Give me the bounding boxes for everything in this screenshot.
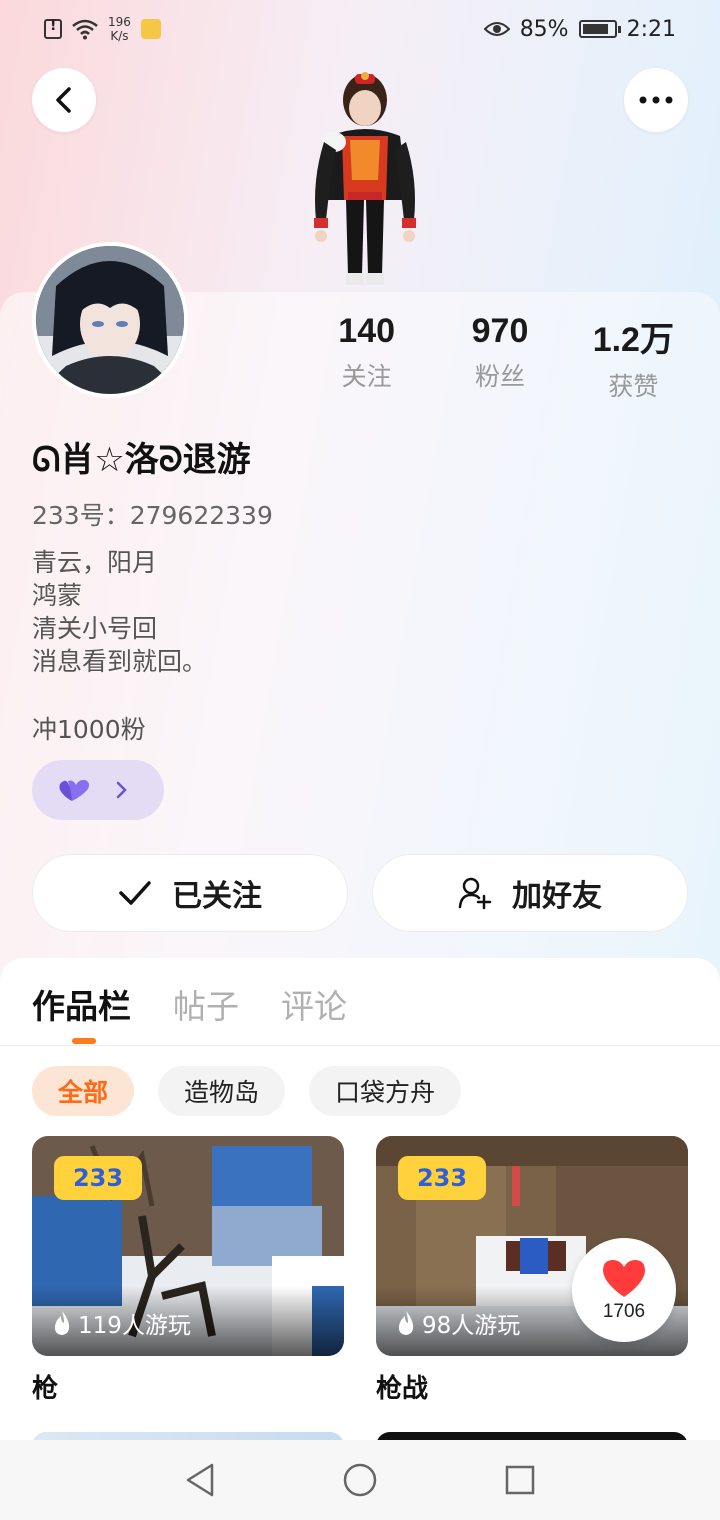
tab-comments[interactable]: 评论: [281, 980, 347, 1028]
tab-divider: [0, 1045, 720, 1046]
bio: 青云，阳月 鸿蒙 清关小号回 消息看到就回。: [32, 546, 207, 678]
bio-extra-line: 冲1000粉: [32, 715, 146, 744]
233-logo-text: 233: [417, 1164, 467, 1192]
profile-avatar[interactable]: [32, 242, 188, 398]
filter-zaowudao[interactable]: 造物岛: [158, 1066, 286, 1116]
active-tab-indicator: [72, 1038, 96, 1044]
clock: 2:21: [626, 16, 676, 42]
flame-icon: [54, 1311, 70, 1335]
speed-unit: K/s: [110, 29, 129, 43]
like-button[interactable]: 1706: [572, 1238, 676, 1342]
nickname: ᘏ肖☆洛ᘐ退游: [32, 440, 251, 480]
wifi-icon: [72, 19, 98, 40]
play-count-text: 119人游玩: [78, 1313, 191, 1339]
filter-chips: 全部 造物岛 口袋方舟: [32, 1066, 462, 1116]
nav-recent-icon[interactable]: [504, 1464, 536, 1496]
badge-button[interactable]: [32, 760, 164, 820]
back-icon: [56, 87, 71, 113]
flame-icon: [398, 1311, 414, 1335]
user-id[interactable]: 233号：279622339: [32, 496, 273, 532]
add-friend-icon: [458, 877, 492, 910]
followed-button[interactable]: 已关注: [32, 854, 348, 932]
bio-line: 青云，阳月: [32, 548, 158, 577]
play-count: 98人游玩: [396, 1306, 520, 1340]
game-title[interactable]: 枪: [32, 1368, 58, 1405]
bio-line: 消息看到就回。: [32, 647, 208, 676]
character-avatar-figure[interactable]: [290, 70, 440, 295]
chevron-right-icon: [116, 781, 127, 799]
add-friend-label: 加好友: [512, 879, 602, 914]
eye-comfort-icon: [483, 22, 510, 36]
battery-icon: [578, 20, 621, 38]
tab-works[interactable]: 作品栏: [32, 980, 131, 1028]
system-nav-bar: [0, 1440, 720, 1520]
game-card[interactable]: 233 119人游玩: [32, 1136, 344, 1356]
stat-label: 获赞: [608, 372, 659, 401]
heart-icon: [603, 1260, 645, 1297]
more-button[interactable]: [624, 68, 688, 132]
speed-value: 196: [108, 15, 131, 29]
bio-line: 鸿蒙: [32, 581, 83, 610]
status-bar: 196 K/s 85% 2:21: [0, 0, 720, 58]
filter-all[interactable]: 全部: [32, 1066, 135, 1116]
like-count: 1706: [602, 1301, 646, 1322]
network-speed: 196 K/s: [108, 15, 131, 43]
filter-koudaifangzhou[interactable]: 口袋方舟: [309, 1066, 462, 1116]
game-title[interactable]: 枪战: [376, 1368, 428, 1405]
stat-likes[interactable]: 1.2万 获赞: [567, 312, 700, 403]
stat-label: 关注: [341, 362, 392, 391]
followed-label: 已关注: [172, 879, 262, 914]
nav-home-icon[interactable]: [342, 1462, 378, 1498]
stat-label: 粉丝: [474, 362, 525, 391]
bio-line: 清关小号回: [32, 614, 158, 643]
back-button[interactable]: [32, 68, 96, 132]
233-logo: 233: [398, 1156, 486, 1200]
check-icon: [119, 881, 151, 905]
more-icon: [639, 96, 673, 104]
play-count-text: 98人游玩: [422, 1313, 521, 1339]
profile-stats: 140 关注 970 粉丝 1.2万 获赞: [300, 312, 700, 403]
233-logo: 233: [54, 1156, 142, 1200]
add-friend-button[interactable]: 加好友: [372, 854, 688, 932]
tab-posts[interactable]: 帖子: [173, 980, 239, 1028]
notification-icon: [44, 18, 62, 39]
stat-value: 140: [338, 312, 396, 350]
profile-tabs: 作品栏 帖子 评论: [32, 980, 347, 1028]
stat-value: 970: [471, 312, 529, 350]
233-logo-text: 233: [73, 1164, 123, 1192]
nav-back-icon[interactable]: [184, 1462, 216, 1498]
stat-following[interactable]: 140 关注: [300, 312, 433, 403]
heart-badge-icon: [59, 779, 89, 801]
play-count: 119人游玩: [52, 1306, 191, 1340]
avatar-image: [36, 246, 184, 394]
stat-fans[interactable]: 970 粉丝: [433, 312, 566, 403]
battery-percent: 85%: [519, 16, 569, 42]
app-notification-icon: [140, 19, 161, 39]
stat-value: 1.2万: [592, 321, 674, 359]
